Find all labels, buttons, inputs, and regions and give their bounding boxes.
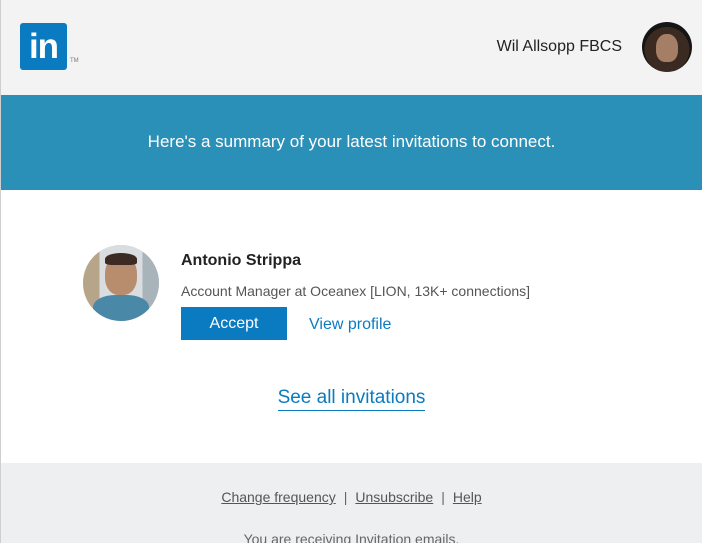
summary-banner: Here's a summary of your latest invitati… <box>1 95 702 190</box>
inviter-avatar[interactable] <box>83 245 159 321</box>
email-header: in TM Wil Allsopp FBCS <box>1 0 702 95</box>
footer-links: Change frequency | Unsubscribe | Help <box>1 489 702 505</box>
trademark-mark: TM <box>70 58 79 64</box>
footer-separator: | <box>441 489 445 505</box>
view-profile-link[interactable]: View profile <box>309 316 391 334</box>
see-all-container: See all invitations <box>1 387 702 411</box>
change-frequency-link[interactable]: Change frequency <box>221 489 335 505</box>
footer-separator: | <box>343 489 348 505</box>
accept-button[interactable]: Accept <box>181 307 287 340</box>
see-all-invitations-link[interactable]: See all invitations <box>277 387 426 411</box>
banner-text: Here's a summary of your latest invitati… <box>147 132 556 151</box>
unsubscribe-link[interactable]: Unsubscribe <box>355 489 433 505</box>
email-body: in TM Wil Allsopp FBCS Here's a summary … <box>0 0 702 543</box>
help-link[interactable]: Help <box>453 489 482 505</box>
user-name: Wil Allsopp FBCS <box>496 38 622 55</box>
inviter-name: Antonio Strippa <box>181 252 301 269</box>
logo-text: in <box>28 27 59 66</box>
inviter-headline: Account Manager at Oceanex [LION, 13K+ c… <box>181 283 531 299</box>
email-footer: Change frequency | Unsubscribe | Help You ar… <box>1 463 702 543</box>
footer-note: You are receiving Invitation emails. <box>243 531 460 543</box>
user-avatar[interactable] <box>642 22 692 72</box>
linkedin-logo[interactable]: in <box>20 23 67 70</box>
